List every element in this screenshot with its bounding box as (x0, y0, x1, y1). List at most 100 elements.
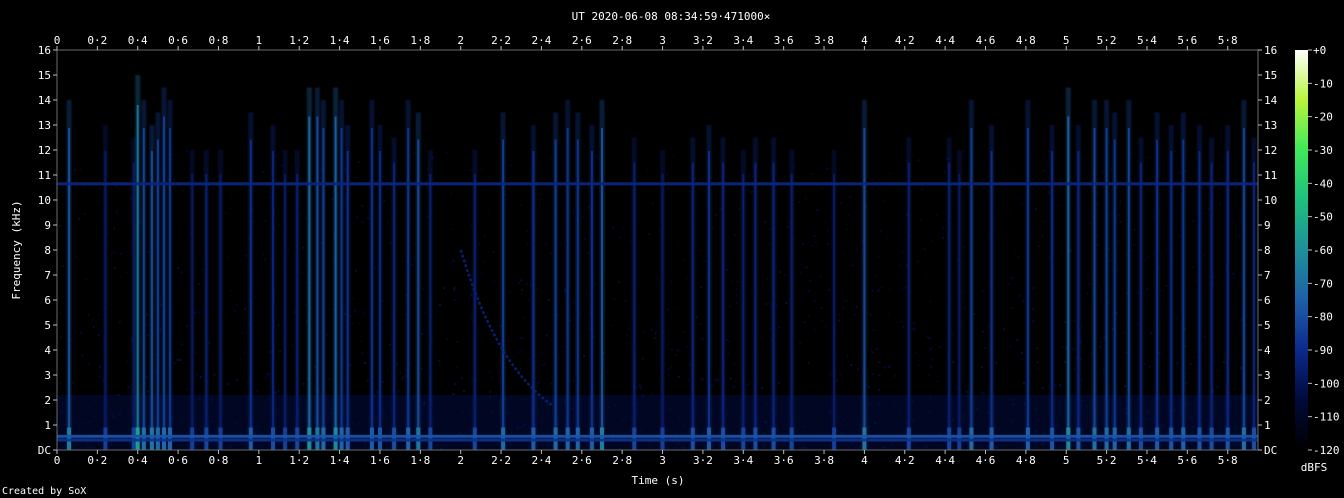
noise-speck (841, 255, 844, 257)
noise-speck (413, 256, 416, 259)
noise-speck (1146, 288, 1149, 290)
noise-speck (883, 366, 886, 369)
impulse-streak (66, 100, 72, 450)
noise-speck (580, 180, 583, 183)
noise-speck (869, 313, 872, 316)
noise-speck (734, 234, 736, 237)
noise-speck (966, 390, 969, 393)
impulse-core (661, 174, 664, 450)
noise-speck (99, 365, 101, 368)
noise-speck (361, 204, 364, 207)
y-tick-label: 9 (1264, 219, 1271, 232)
x-tick-label: 2·6 (572, 454, 592, 467)
impulse-core (219, 174, 222, 450)
noise-speck (146, 324, 149, 326)
noise-speck (767, 288, 770, 291)
impulse-core (429, 174, 432, 450)
noise-speck (902, 325, 905, 328)
noise-speck (446, 338, 449, 341)
impulse-streak (102, 125, 108, 450)
noise-speck (526, 243, 529, 246)
impulse-core (191, 174, 194, 450)
noise-speck (208, 341, 211, 344)
noise-speck (1097, 244, 1100, 246)
noise-speck (913, 328, 916, 331)
noise-speck (382, 175, 385, 178)
x-tick-label: 2·2 (491, 454, 511, 467)
x-tick-label: 5·8 (1218, 34, 1238, 47)
x-tick-label: 2·8 (612, 454, 632, 467)
noise-speck (930, 239, 933, 242)
impulse-core (104, 151, 107, 450)
x-tick-label: 1·2 (289, 454, 309, 467)
impulse-core (346, 151, 349, 450)
noise-speck (914, 351, 917, 354)
y-tick-label: 11 (38, 169, 51, 182)
noise-speck (952, 360, 954, 363)
colorbar-tick-label: -100 (1313, 377, 1340, 390)
impulse-core (272, 151, 274, 450)
noise-speck (506, 387, 509, 390)
noise-speck (688, 363, 691, 366)
noise-speck (1037, 361, 1039, 364)
noise-speck (97, 313, 100, 316)
noise-speck (1149, 365, 1152, 368)
noise-speck (125, 271, 128, 274)
y-tick-label: 12 (1264, 144, 1277, 157)
noise-speck (1098, 286, 1101, 289)
noise-speck (387, 368, 390, 371)
noise-speck (982, 392, 985, 395)
impulse-streak (1049, 125, 1055, 450)
impulse-core (1105, 128, 1108, 450)
noise-speck (84, 213, 87, 216)
noise-speck (696, 316, 698, 319)
noise-speck (888, 365, 891, 368)
noise-speck (62, 265, 65, 268)
noise-speck (438, 363, 441, 366)
noise-speck (397, 390, 400, 393)
noise-speck (420, 367, 423, 370)
noise-speck (1119, 200, 1122, 203)
x-tick-label: 0·2 (87, 34, 107, 47)
noise-speck (197, 283, 200, 285)
colorbar-tick-label: -90 (1313, 344, 1333, 357)
tone-line (57, 182, 1258, 186)
colorbar (1295, 50, 1308, 450)
noise-speck (572, 380, 575, 382)
x-tick-label: 3·8 (814, 454, 834, 467)
noise-speck (262, 171, 265, 174)
noise-speck (456, 340, 459, 343)
impulse-streak (149, 125, 155, 450)
noise-speck (839, 373, 842, 376)
noise-speck (547, 299, 550, 301)
noise-speck (302, 382, 305, 385)
impulse-core (1127, 128, 1130, 450)
noise-speck (877, 290, 880, 292)
noise-speck (470, 225, 473, 227)
noise-speck (703, 278, 706, 281)
noise-speck (814, 234, 817, 237)
y-tick-label: DC (1264, 444, 1277, 457)
noise-speck (57, 219, 60, 222)
noise-speck (823, 220, 826, 223)
noise-speck (665, 173, 668, 176)
noise-speck (462, 390, 465, 393)
tone-line (57, 438, 1258, 442)
x-tick-label: 0·6 (168, 454, 188, 467)
x-tick-label: 2·6 (572, 34, 592, 47)
x-tick-label: 3·4 (733, 34, 753, 47)
noise-speck (850, 364, 853, 367)
impulse-core (970, 128, 973, 450)
noise-speck (994, 222, 997, 225)
noise-speck (912, 327, 914, 330)
noise-speck (625, 333, 628, 336)
noise-speck (57, 296, 60, 299)
x-tick-label: 2·4 (531, 454, 551, 467)
noise-speck (888, 287, 891, 290)
noise-speck (231, 306, 234, 309)
noise-speck (624, 300, 627, 303)
noise-speck (185, 388, 188, 391)
impulse-streak (553, 112, 559, 450)
noise-speck (888, 185, 891, 188)
noise-speck (923, 248, 926, 251)
